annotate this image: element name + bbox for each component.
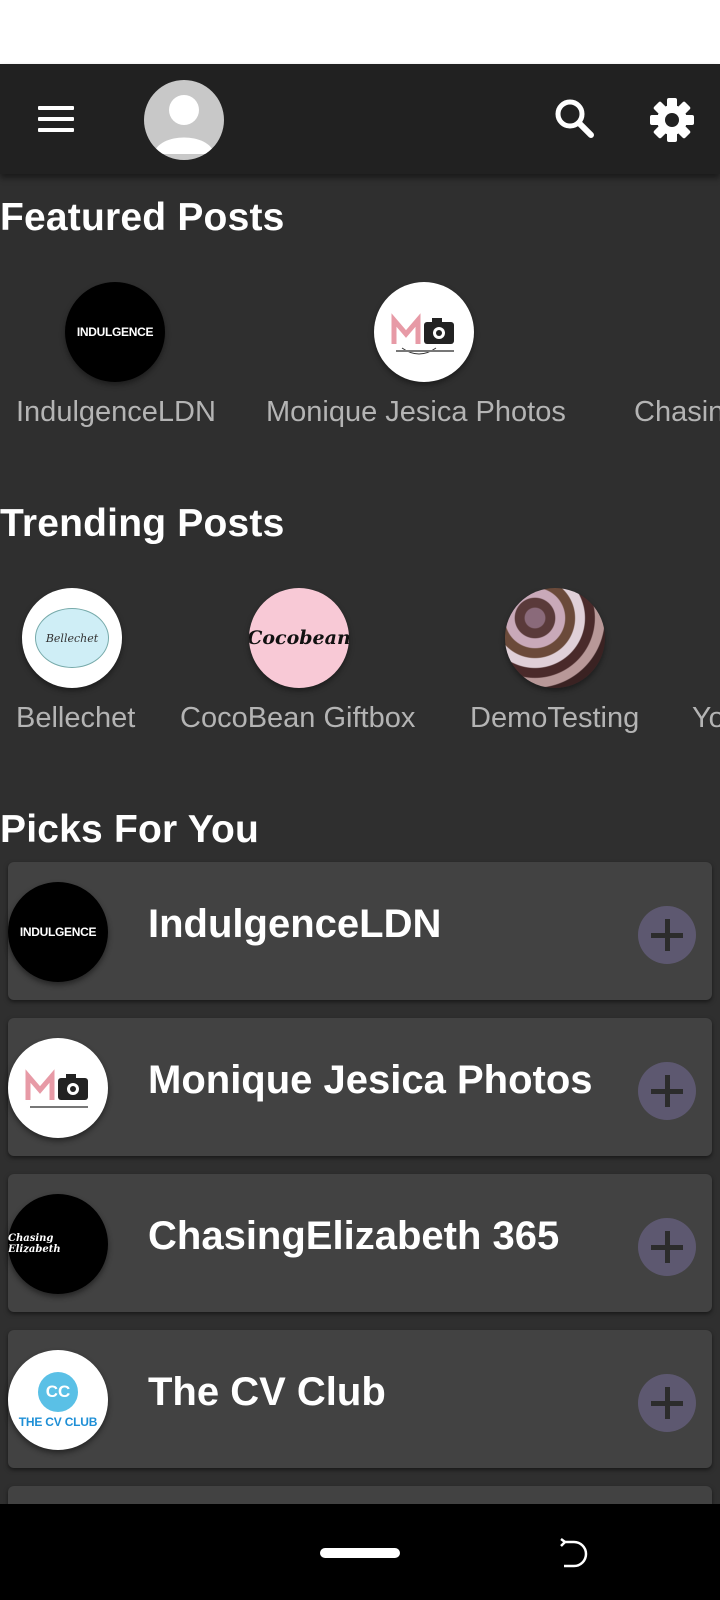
rotate-screen-button[interactable]: [556, 1536, 592, 1572]
add-button[interactable]: [638, 1218, 696, 1276]
status-bar: [0, 0, 720, 64]
system-navigation-bar: [0, 1504, 720, 1600]
featured-posts-row[interactable]: INDULGENCE IndulgenceLDN Monique Jesica …: [0, 282, 720, 452]
demotesting-photo: [505, 588, 605, 688]
pick-card-indulgence[interactable]: INDULGENCE IndulgenceLDN: [8, 862, 712, 1000]
pick-card-name: Monique Jesica Photos: [148, 1058, 593, 1102]
settings-button[interactable]: [646, 94, 698, 146]
trending-item-label: Yo: [692, 702, 720, 734]
search-icon: [555, 99, 594, 138]
featured-item-label: Chasin: [634, 396, 720, 428]
pick-card-name: The CV Club: [148, 1370, 386, 1414]
search-button[interactable]: [550, 94, 600, 144]
bellechet-logo: Bellechet: [22, 588, 122, 688]
profile-avatar[interactable]: [144, 80, 224, 160]
trending-item-label: Bellechet: [16, 702, 136, 734]
chasingelizabeth-logo: Chasing Elizabeth: [8, 1194, 108, 1294]
featured-item-label: Monique Jesica Photos: [266, 396, 566, 428]
add-button[interactable]: [638, 906, 696, 964]
picks-for-you-title: Picks For You: [0, 808, 260, 851]
add-button[interactable]: [638, 1374, 696, 1432]
pick-card-chasingelizabeth[interactable]: Chasing Elizabeth ChasingElizabeth 365: [8, 1174, 712, 1312]
indulgence-logo: INDULGENCE: [65, 282, 165, 382]
pick-card-cvclub[interactable]: CC THE CV CLUB The CV Club: [8, 1330, 712, 1468]
pick-card-monique[interactable]: Monique Jesica Photos: [8, 1018, 712, 1156]
monique-logo: [8, 1038, 108, 1138]
cvclub-logo: CC THE CV CLUB: [8, 1350, 108, 1450]
pick-card-name: IndulgenceLDN: [148, 902, 442, 946]
trending-item-label: DemoTesting: [470, 702, 640, 734]
indulgence-logo: INDULGENCE: [8, 882, 108, 982]
pick-card-name: ChasingElizabeth 365: [148, 1214, 560, 1258]
hamburger-menu-icon: [38, 106, 74, 110]
gear-icon: [650, 98, 694, 142]
featured-item-label: IndulgenceLDN: [16, 396, 216, 428]
cocobean-logo: Cocobean: [249, 588, 349, 688]
trending-posts-row[interactable]: Bellechet Bellechet Cocobean CocoBean Gi…: [0, 588, 720, 758]
user-avatar-icon: [154, 95, 214, 154]
trending-item-label: CocoBean Giftbox: [180, 702, 416, 734]
featured-posts-title: Featured Posts: [0, 196, 285, 239]
menu-button[interactable]: [30, 98, 82, 140]
trending-posts-title: Trending Posts: [0, 502, 285, 545]
rotate-icon: [560, 1538, 588, 1568]
monique-logo: [374, 282, 474, 382]
app-bar: [0, 64, 720, 174]
home-gesture-pill[interactable]: [320, 1548, 400, 1558]
add-button[interactable]: [638, 1062, 696, 1120]
